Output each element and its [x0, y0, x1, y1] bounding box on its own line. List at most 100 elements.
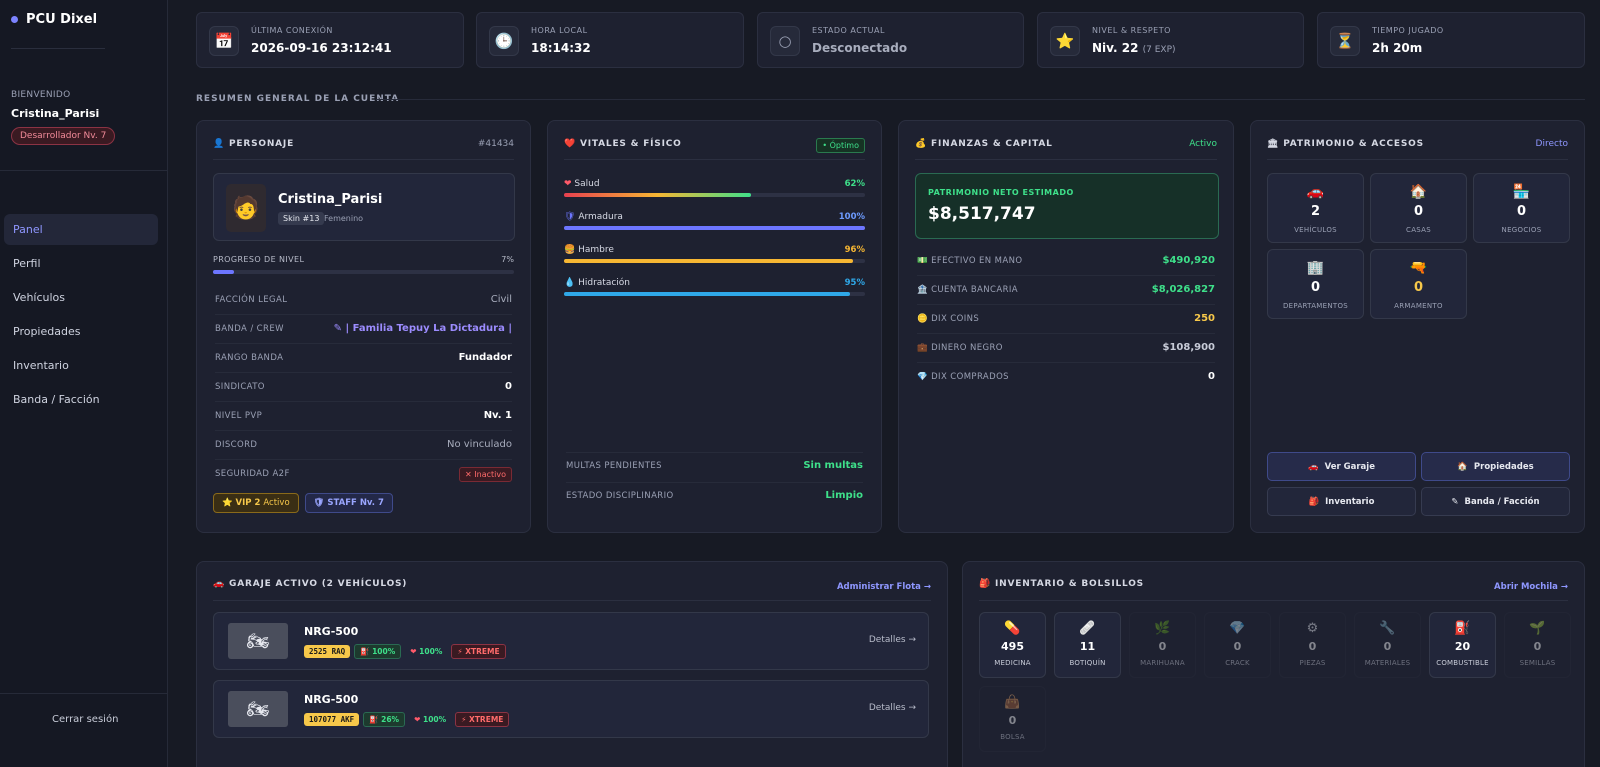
vehicle-details-link[interactable]: Detalles →: [869, 703, 916, 713]
row-sindicato: SINDICATO 0: [215, 373, 512, 402]
fuel-badge: ⛽ 100%: [354, 644, 402, 659]
inventory-button[interactable]: 🎒 Inventario: [1267, 487, 1416, 516]
item-count: 20: [1454, 640, 1471, 653]
sidebar-item-perfil[interactable]: Perfil: [4, 248, 158, 279]
net-worth-value: $8,517,747: [928, 204, 1036, 224]
stat-value: Niv. 22 (7 EXP): [1092, 41, 1176, 55]
inventory-slot[interactable]: 🌿 0 MARIHUANA: [1129, 612, 1196, 678]
item-label: BOTIQUÍN: [1069, 659, 1106, 667]
asset-armamento[interactable]: 🔫 0 ARMAMENTO: [1370, 249, 1467, 319]
vehicle-row[interactable]: 🏍 NRG-500 107077 AKF ⛽ 26% ❤ 100% ⚡ XTRE…: [213, 680, 929, 738]
view-garage-button[interactable]: 🚗 Ver Garaje: [1267, 452, 1416, 481]
asset-casas[interactable]: 🏠 0 CASAS: [1370, 173, 1467, 243]
staff-badge: 🛡 STAFF Nv. 7: [304, 493, 393, 513]
row-banda: BANDA / CREW ✎ | Familia Tepuy La Dictadu…: [215, 315, 512, 344]
vital-percent: 95%: [844, 278, 865, 288]
inventory-slot[interactable]: 🩹 11 BOTIQUÍN: [1054, 612, 1121, 678]
row-dix-comprados: 💎 DIX COMPRADOS 0: [917, 363, 1215, 392]
car-icon: 🚗: [1308, 461, 1319, 472]
vital-bar-fill: [564, 226, 865, 230]
vital-name: 🛡 Armadura: [564, 212, 623, 222]
vital-armadura: 🛡 Armadura 100%: [564, 212, 865, 242]
vital-percent: 100%: [838, 212, 865, 222]
health-badge: ❤ 100%: [405, 645, 447, 658]
vital-percent: 96%: [844, 245, 865, 255]
open-backpack-link[interactable]: Abrir Mochila →: [1494, 582, 1568, 592]
welcome-block: BIENVENIDO Cristina_Parisi Desarrollador…: [11, 90, 116, 145]
user-icon: 👤: [213, 139, 226, 149]
button-label: Inventario: [1325, 496, 1375, 507]
health-badge: ❤ 100%: [409, 713, 451, 726]
item-count: 0: [1158, 640, 1167, 653]
card-title-text: VITALES & FÍSICO: [580, 139, 682, 149]
stat-playtime: ⏳ TIEMPO JUGADO 2h 20m: [1317, 12, 1585, 68]
car-icon: 🚗: [1306, 184, 1325, 200]
sidebar: PCU Dixel BIENVENIDO Cristina_Parisi Des…: [0, 0, 168, 767]
inventory-slot[interactable]: ⚙ 0 PIEZAS: [1279, 612, 1346, 678]
row-key-text: CUENTA BANCARIA: [931, 285, 1019, 295]
row-key: 💎 DIX COMPRADOS: [917, 372, 1009, 382]
asset-count: 0: [1516, 204, 1527, 219]
vital-label: Hidratación: [578, 278, 630, 288]
shield-icon: 🛡: [564, 212, 576, 222]
stat-level: ⭐ NIVEL & RESPETO Niv. 22 (7 EXP): [1037, 12, 1304, 68]
card-title-text: GARAJE ACTIVO (2 VEHÍCULOS): [229, 579, 408, 589]
bandage-icon: 🩹: [1079, 621, 1096, 636]
divider: [564, 159, 865, 160]
vehicle-details-link[interactable]: Detalles →: [869, 635, 916, 645]
row-banco: 🏦 CUENTA BANCARIA $8,026,827: [917, 276, 1215, 305]
vehicle-row[interactable]: 🏍 NRG-500 2525 RAQ ⛽ 100% ❤ 100% ⚡ XTREM…: [213, 612, 929, 670]
properties-button[interactable]: 🏠 Propiedades: [1421, 452, 1570, 481]
inventory-slot[interactable]: 🔧 0 MATERIALES: [1354, 612, 1421, 678]
gem-icon: 💎: [1229, 621, 1246, 636]
fuel-value: 100%: [372, 647, 396, 656]
gem-icon: 💎: [917, 372, 928, 382]
burger-icon: 🍔: [564, 245, 576, 255]
heart-icon: ❤️: [564, 139, 577, 149]
inventory-slot[interactable]: 💊 495 MEDICINA: [979, 612, 1046, 678]
inventory-slot[interactable]: ⛽ 20 COMBUSTIBLE: [1429, 612, 1496, 678]
faction-button[interactable]: ✎ Banda / Facción: [1421, 487, 1570, 516]
sidebar-item-banda[interactable]: Banda / Facción: [4, 384, 158, 415]
asset-negocios[interactable]: 🏪 0 NEGOCIOS: [1473, 173, 1570, 243]
asset-label: ARMAMENTO: [1394, 302, 1443, 310]
card-vitales: ❤️ VITALES & FÍSICO • Óptimo ❤ Salud 62% …: [547, 120, 882, 533]
row-value: Sin multas: [803, 460, 863, 471]
row-value: $108,900: [1162, 342, 1215, 353]
stat-label: TIEMPO JUGADO: [1372, 26, 1444, 35]
bank-icon: 🏦: [917, 285, 928, 295]
sidebar-item-panel[interactable]: Panel: [4, 214, 158, 245]
item-count: 0: [1383, 640, 1392, 653]
stat-status: ○ ESTADO ACTUAL Desconectado: [757, 12, 1024, 68]
shop-icon: 🏪: [1512, 184, 1531, 200]
vital-bar: [564, 226, 865, 230]
vital-bar-fill: [564, 259, 853, 263]
section-title: RESUMEN GENERAL DE LA CUENTA: [196, 94, 400, 104]
sidebar-item-vehiculos[interactable]: Vehículos: [4, 282, 158, 313]
stat-label: ESTADO ACTUAL: [812, 26, 885, 35]
vip-state: Activo: [263, 498, 290, 508]
divider: [213, 600, 931, 601]
row-value[interactable]: ✎ | Familia Tepuy La Dictadura |: [334, 323, 512, 334]
sidebar-item-inventario[interactable]: Inventario: [4, 350, 158, 381]
item-label: BOLSA: [1000, 733, 1025, 741]
wrench-icon: 🔧: [1379, 621, 1396, 636]
inventory-slot[interactable]: 👜 0 BOLSA: [979, 686, 1046, 752]
car-icon: 🚗: [213, 579, 226, 589]
asset-count: 0: [1413, 280, 1424, 295]
vital-name: 🍔 Hambre: [564, 245, 614, 255]
asset-vehiculos[interactable]: 🚗 2 VEHÍCULOS: [1267, 173, 1364, 243]
row-value: Fundador: [458, 352, 512, 363]
inventory-slot[interactable]: 💎 0 CRACK: [1204, 612, 1271, 678]
heart-icon: ❤: [410, 647, 417, 656]
button-label: Ver Garaje: [1324, 461, 1375, 472]
staff-label: STAFF Nv. 7: [327, 498, 384, 508]
vital-name: 💧 Hidratación: [564, 278, 630, 288]
sidebar-item-propiedades[interactable]: Propiedades: [4, 316, 158, 347]
logout-button[interactable]: Cerrar sesión: [52, 714, 118, 725]
inventory-slot[interactable]: 🌱 0 SEMILLAS: [1504, 612, 1571, 678]
manage-fleet-link[interactable]: Administrar Flota →: [837, 582, 931, 592]
card-title-text: PERSONAJE: [229, 139, 295, 149]
brand[interactable]: PCU Dixel: [11, 12, 97, 27]
asset-departamentos[interactable]: 🏢 0 DEPARTAMENTOS: [1267, 249, 1364, 319]
